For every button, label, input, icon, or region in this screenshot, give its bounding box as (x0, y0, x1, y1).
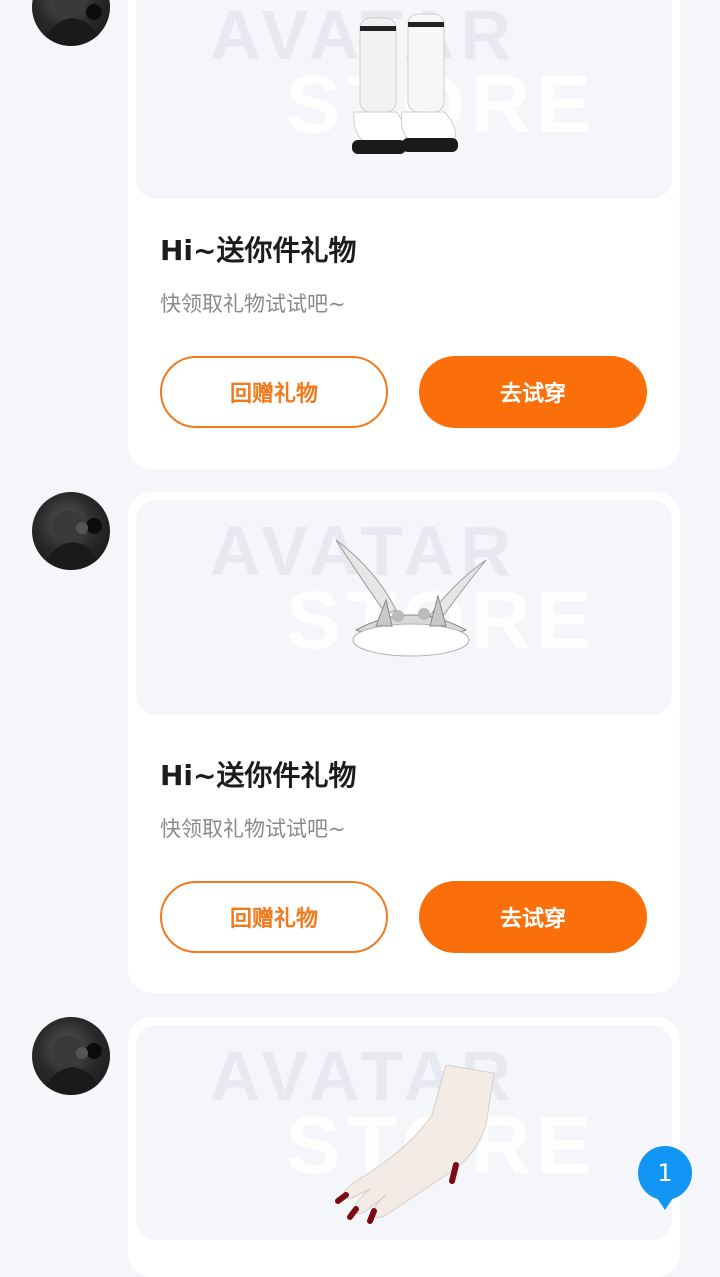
try-on-button[interactable]: 去试穿 (419, 356, 647, 428)
gift-preview[interactable]: AVATAR STORE (136, 0, 672, 199)
sender-avatar[interactable] (32, 0, 110, 46)
gift-title: Hi~送你件礼物 (160, 759, 357, 792)
silver-wing-crown-icon (326, 530, 496, 674)
return-gift-button[interactable]: 回赠礼物 (160, 881, 388, 953)
gift-title: Hi~送你件礼物 (160, 234, 357, 267)
sender-avatar[interactable] (32, 1017, 110, 1095)
white-boots-icon (346, 12, 466, 168)
white-glove-icon (326, 1064, 496, 1229)
return-gift-button[interactable]: 回赠礼物 (160, 356, 388, 428)
try-on-button[interactable]: 去试穿 (419, 881, 647, 953)
gift-subtitle: 快领取礼物试试吧~ (160, 817, 346, 841)
gift-card: AVATAR STORE (128, 1017, 680, 1277)
gift-card: AVATAR STORE Hi~送你件礼物 快领取礼物试试吧~ 去试穿 回赠礼物 (128, 492, 680, 993)
gift-subtitle: 快领取礼物试试吧~ (160, 292, 346, 316)
sender-avatar[interactable] (32, 492, 110, 570)
gift-preview[interactable]: AVATAR STORE (136, 500, 672, 715)
unread-count-badge[interactable]: 1 (638, 1146, 692, 1210)
gift-card: AVATAR STORE Hi~送你件礼物 快领取礼物试试吧~ 回赠礼物 去试穿 (128, 0, 680, 469)
